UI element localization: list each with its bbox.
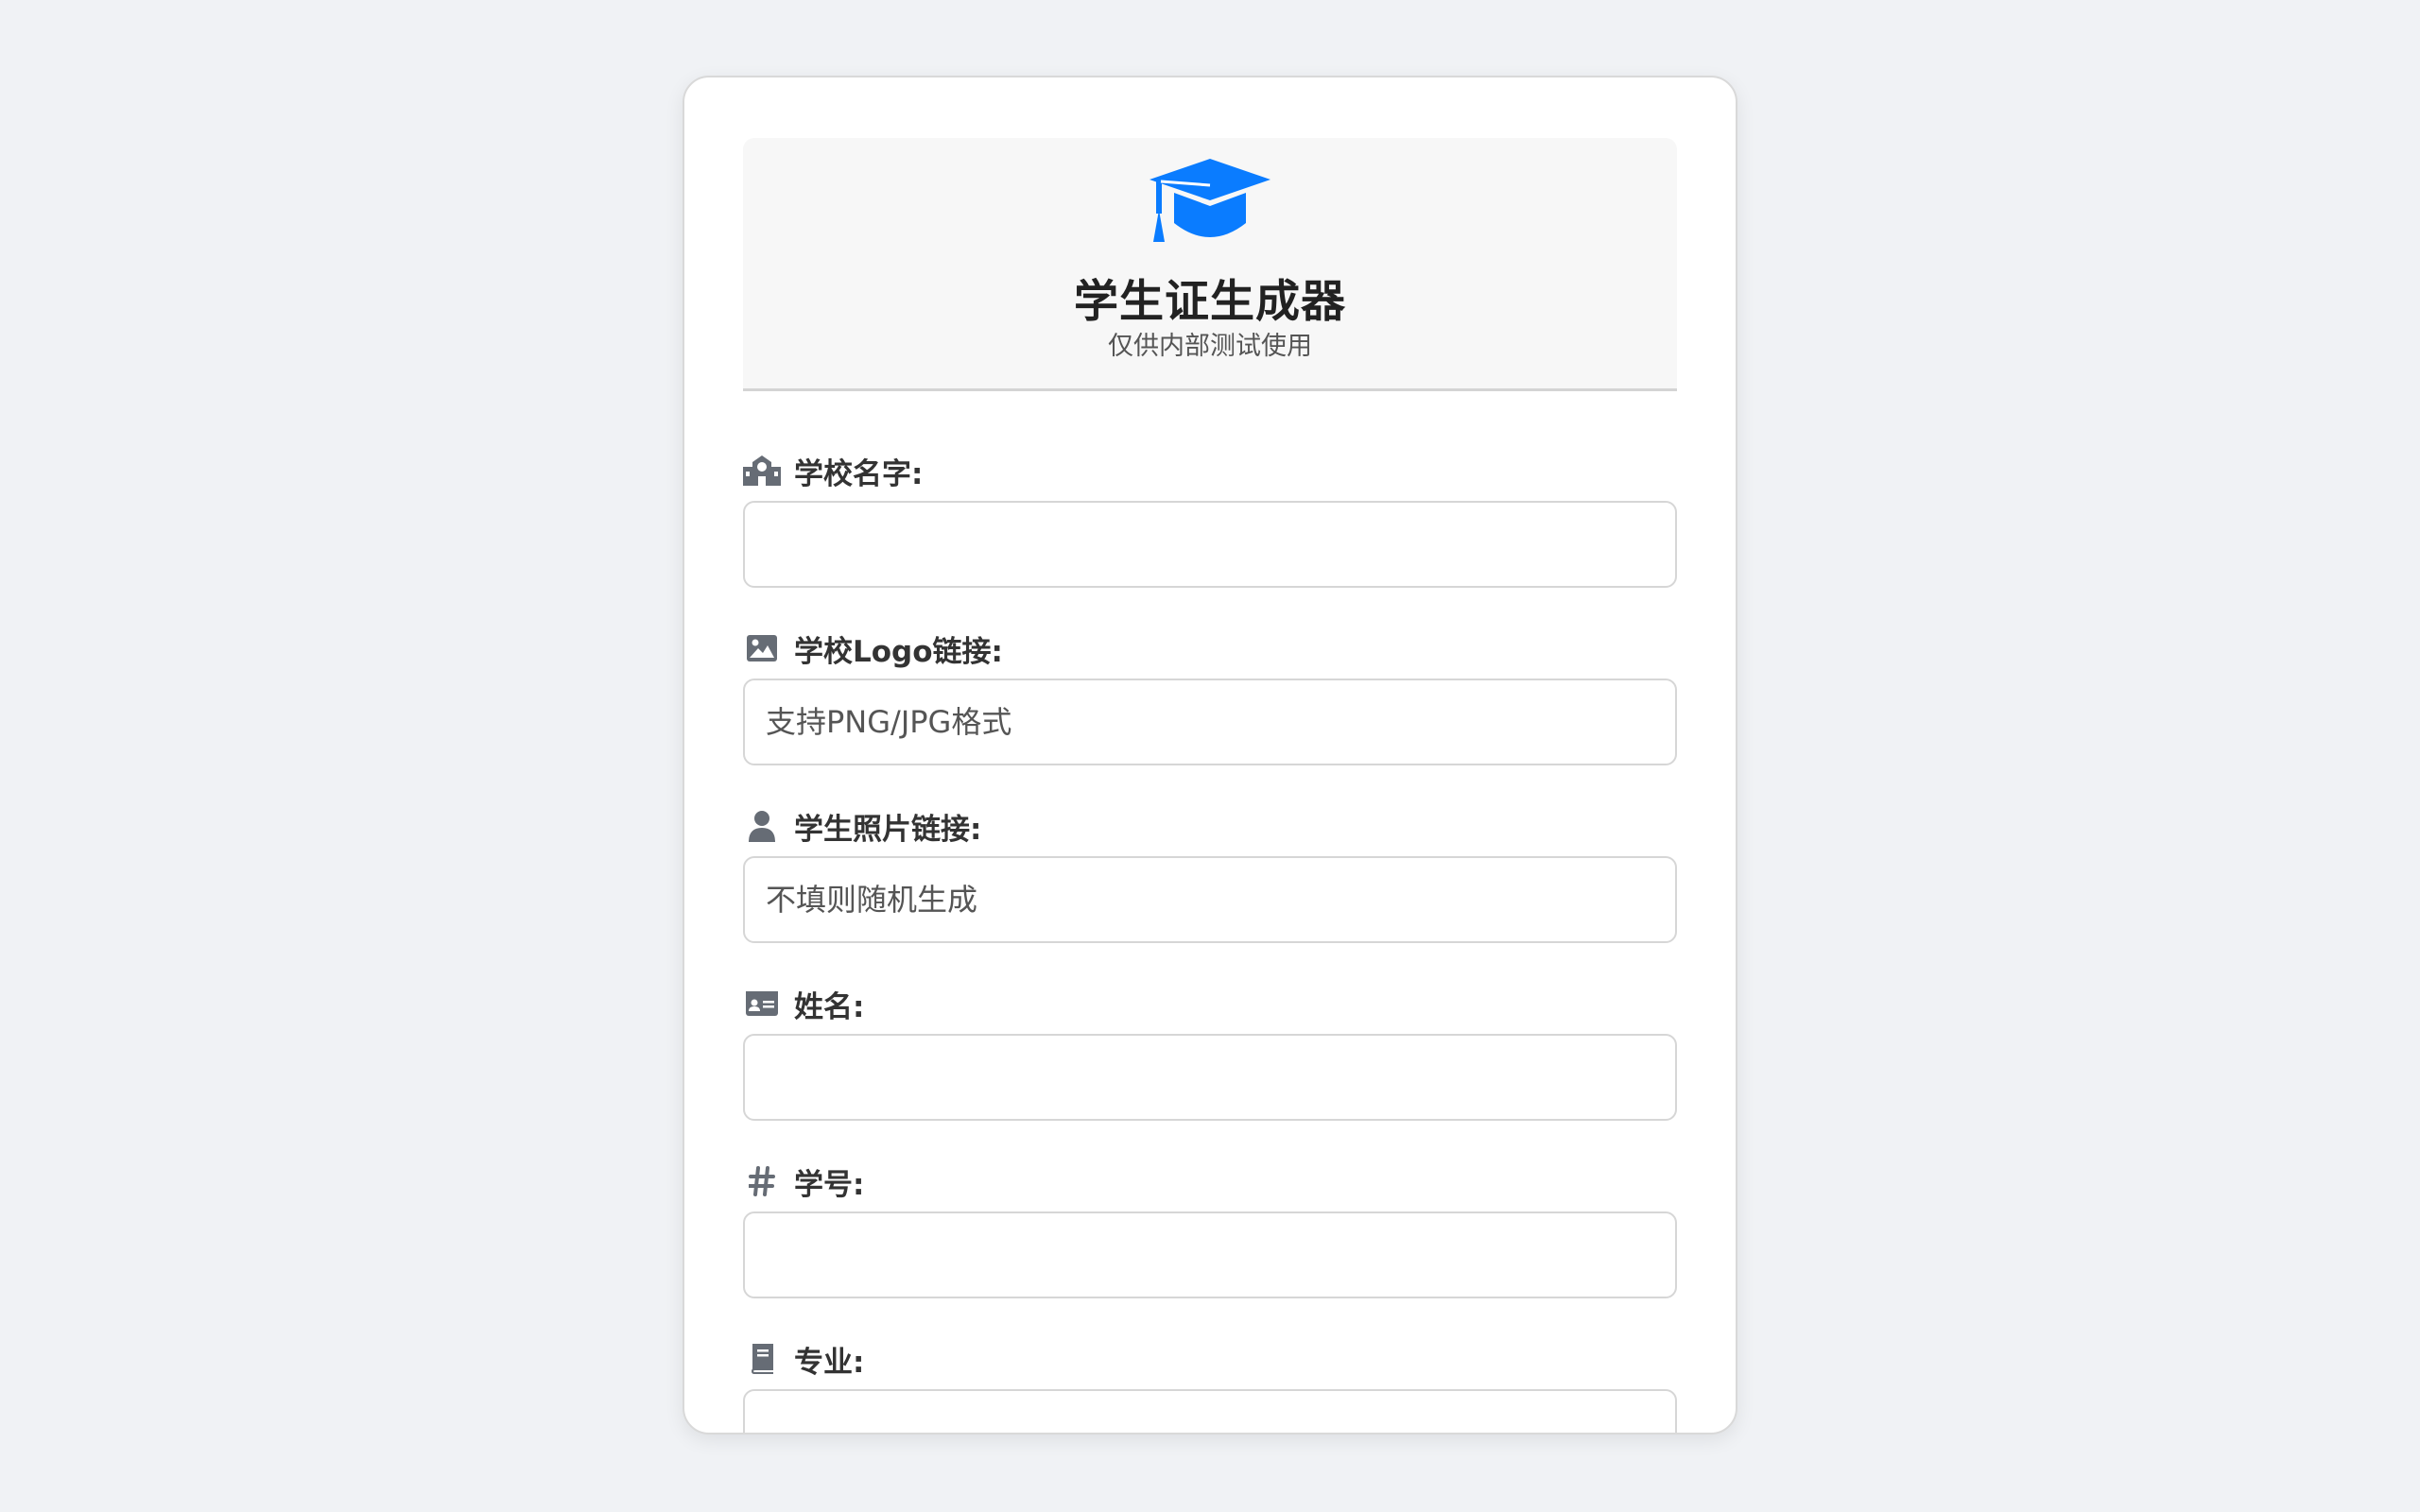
school-name-label-text: 学校名字: bbox=[794, 456, 924, 491]
card-header: 学生证生成器 仅供内部测试使用 bbox=[743, 138, 1677, 391]
major-input[interactable] bbox=[743, 1389, 1677, 1433]
school-name-label: 学校名字: bbox=[743, 450, 1677, 491]
book-icon bbox=[743, 1340, 781, 1378]
graduation-cap-icon bbox=[1150, 159, 1270, 242]
student-id-field: 学号: bbox=[743, 1160, 1677, 1298]
school-name-input[interactable] bbox=[743, 501, 1677, 588]
student-name-label: 姓名: bbox=[743, 983, 1677, 1024]
image-icon bbox=[743, 629, 781, 667]
school-logo-input[interactable] bbox=[743, 679, 1677, 765]
hashtag-icon bbox=[743, 1162, 781, 1200]
page-title: 学生证生成器 bbox=[1074, 276, 1346, 328]
generator-card: 学生证生成器 仅供内部测试使用 学校名字: 学校Logo链接: 支持PNG/JP… bbox=[683, 76, 1737, 1435]
student-photo-field: 学生照片链接: bbox=[743, 805, 1677, 943]
student-name-label-text: 姓名: bbox=[794, 989, 865, 1024]
school-icon bbox=[743, 452, 781, 490]
user-icon bbox=[743, 807, 781, 845]
id-card-icon bbox=[743, 985, 781, 1022]
school-logo-label: 学校Logo链接: bbox=[743, 627, 1677, 669]
school-logo-label-text: 学校Logo链接: bbox=[794, 634, 1003, 669]
student-id-label-text: 学号: bbox=[794, 1167, 865, 1202]
page-subtitle: 仅供内部测试使用 bbox=[1108, 332, 1312, 361]
student-id-input[interactable] bbox=[743, 1211, 1677, 1298]
major-field: 专业: bbox=[743, 1338, 1677, 1433]
student-photo-label: 学生照片链接: bbox=[743, 805, 1677, 847]
student-name-input[interactable] bbox=[743, 1034, 1677, 1121]
major-label-text: 专业: bbox=[794, 1345, 865, 1380]
student-photo-input[interactable] bbox=[743, 856, 1677, 943]
major-label: 专业: bbox=[743, 1338, 1677, 1380]
student-photo-label-text: 学生照片链接: bbox=[794, 812, 982, 847]
school-name-field: 学校名字: bbox=[743, 450, 1677, 588]
school-logo-field: 学校Logo链接: bbox=[743, 627, 1677, 765]
student-id-label: 学号: bbox=[743, 1160, 1677, 1202]
student-name-field: 姓名: bbox=[743, 983, 1677, 1121]
